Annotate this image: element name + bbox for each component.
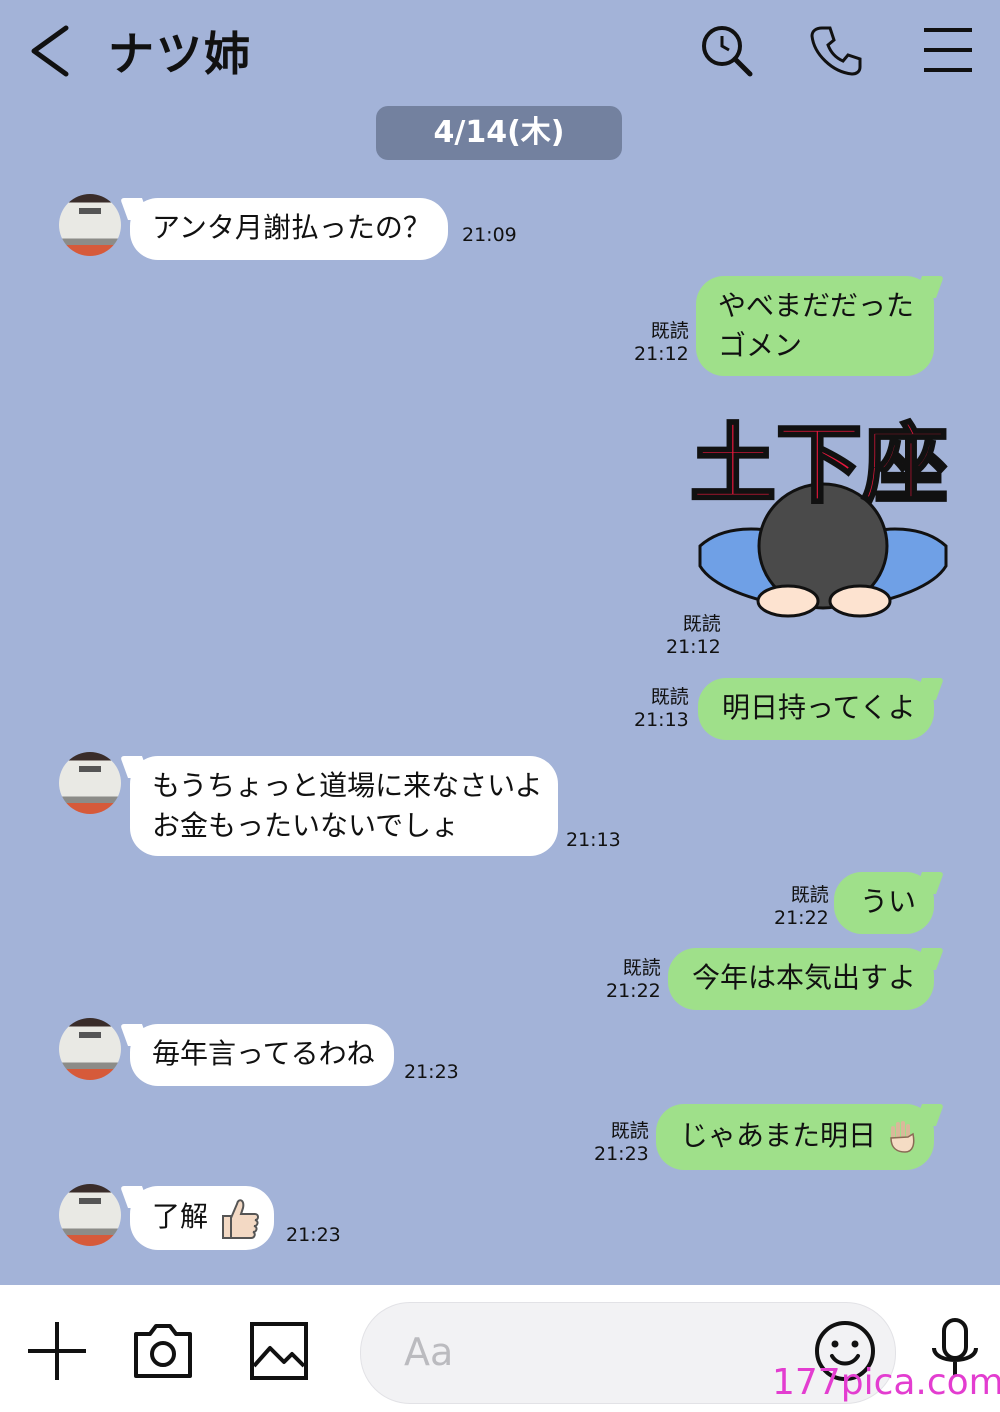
read-receipt: 既読 bbox=[682, 613, 721, 635]
message-time: 21:13 bbox=[634, 709, 689, 731]
date-separator: 4/14(木) bbox=[376, 106, 622, 160]
waving-hand-icon bbox=[890, 1121, 915, 1153]
sticker-text: 土下座 bbox=[690, 415, 948, 515]
message-meta: 既読 21:22 bbox=[606, 957, 661, 1003]
message-time: 21:22 bbox=[774, 907, 829, 929]
thumbs-up-icon bbox=[221, 1199, 259, 1239]
message-time: 21:12 bbox=[634, 343, 689, 365]
message-text: アンタ月謝払ったの？ bbox=[152, 211, 431, 244]
message-time: 21:23 bbox=[286, 1224, 341, 1246]
message-time: 21:22 bbox=[606, 980, 661, 1002]
outgoing-message-bubble[interactable]: 今年は本気出すよ bbox=[668, 948, 934, 1010]
read-receipt: 既読 bbox=[622, 957, 661, 979]
message-line: ゴメン bbox=[718, 329, 803, 362]
image-icon[interactable] bbox=[246, 1318, 312, 1384]
message-text: 了解 bbox=[152, 1200, 209, 1233]
menu-icon[interactable] bbox=[920, 22, 976, 78]
read-receipt: 既読 bbox=[610, 1120, 649, 1142]
chat-header: ナツ姉 bbox=[0, 0, 1000, 100]
message-time: 21:09 bbox=[462, 224, 517, 246]
watermark: 177pica.com bbox=[772, 1362, 1000, 1403]
incoming-message-bubble[interactable]: もうちょっと道場に来なさいよ お金もったいないでしょ bbox=[130, 756, 558, 856]
message-time: 21:13 bbox=[566, 829, 621, 851]
message-text: 今年は本気出すよ bbox=[692, 961, 917, 994]
incoming-message-bubble[interactable]: アンタ月謝払ったの？ bbox=[130, 198, 448, 260]
read-receipt: 既読 bbox=[650, 320, 689, 342]
back-icon[interactable] bbox=[28, 24, 72, 78]
avatar[interactable] bbox=[59, 1018, 121, 1080]
avatar[interactable] bbox=[59, 1184, 121, 1246]
outgoing-message-bubble[interactable]: 明日持ってくよ bbox=[698, 678, 934, 740]
message-meta: 既読 21:22 bbox=[774, 884, 829, 930]
phone-icon[interactable] bbox=[808, 22, 864, 78]
message-line: もうちょっと道場に来なさいよ bbox=[152, 769, 543, 802]
read-receipt: 既読 bbox=[650, 686, 689, 708]
message-text: 明日持ってくよ bbox=[722, 691, 916, 724]
outgoing-message-bubble[interactable]: じゃあまた明日 bbox=[656, 1104, 934, 1170]
outgoing-message-bubble[interactable]: やべまだだった ゴメン bbox=[696, 276, 934, 376]
message-meta: 既読 21:12 bbox=[634, 320, 689, 366]
message-line: お金もったいないでしょ bbox=[152, 809, 460, 842]
read-receipt: 既読 bbox=[790, 884, 829, 906]
message-text: うい bbox=[860, 885, 917, 918]
camera-icon[interactable] bbox=[130, 1318, 196, 1384]
plus-icon[interactable] bbox=[24, 1318, 90, 1384]
message-time: 21:12 bbox=[666, 636, 721, 658]
message-meta: 既読 21:12 bbox=[666, 613, 721, 659]
input-placeholder: Aa bbox=[404, 1330, 454, 1374]
incoming-message-bubble[interactable]: 了解 bbox=[130, 1186, 274, 1250]
message-line: やべまだだった bbox=[718, 289, 915, 322]
message-time: 21:23 bbox=[404, 1061, 459, 1083]
avatar[interactable] bbox=[59, 752, 121, 814]
message-meta: 既読 21:13 bbox=[634, 686, 689, 732]
message-time: 21:23 bbox=[594, 1143, 649, 1165]
dogeza-sticker[interactable]: 土下座 bbox=[682, 396, 964, 626]
message-meta: 既読 21:23 bbox=[594, 1120, 649, 1166]
incoming-message-bubble[interactable]: 毎年言ってるわね bbox=[130, 1024, 394, 1086]
message-text: じゃあまた明日 bbox=[680, 1119, 877, 1152]
avatar[interactable] bbox=[59, 194, 121, 256]
outgoing-message-bubble[interactable]: うい bbox=[834, 872, 934, 934]
chat-title: ナツ姉 bbox=[108, 27, 252, 81]
message-text: 毎年言ってるわね bbox=[152, 1037, 375, 1070]
search-icon[interactable] bbox=[698, 22, 754, 78]
